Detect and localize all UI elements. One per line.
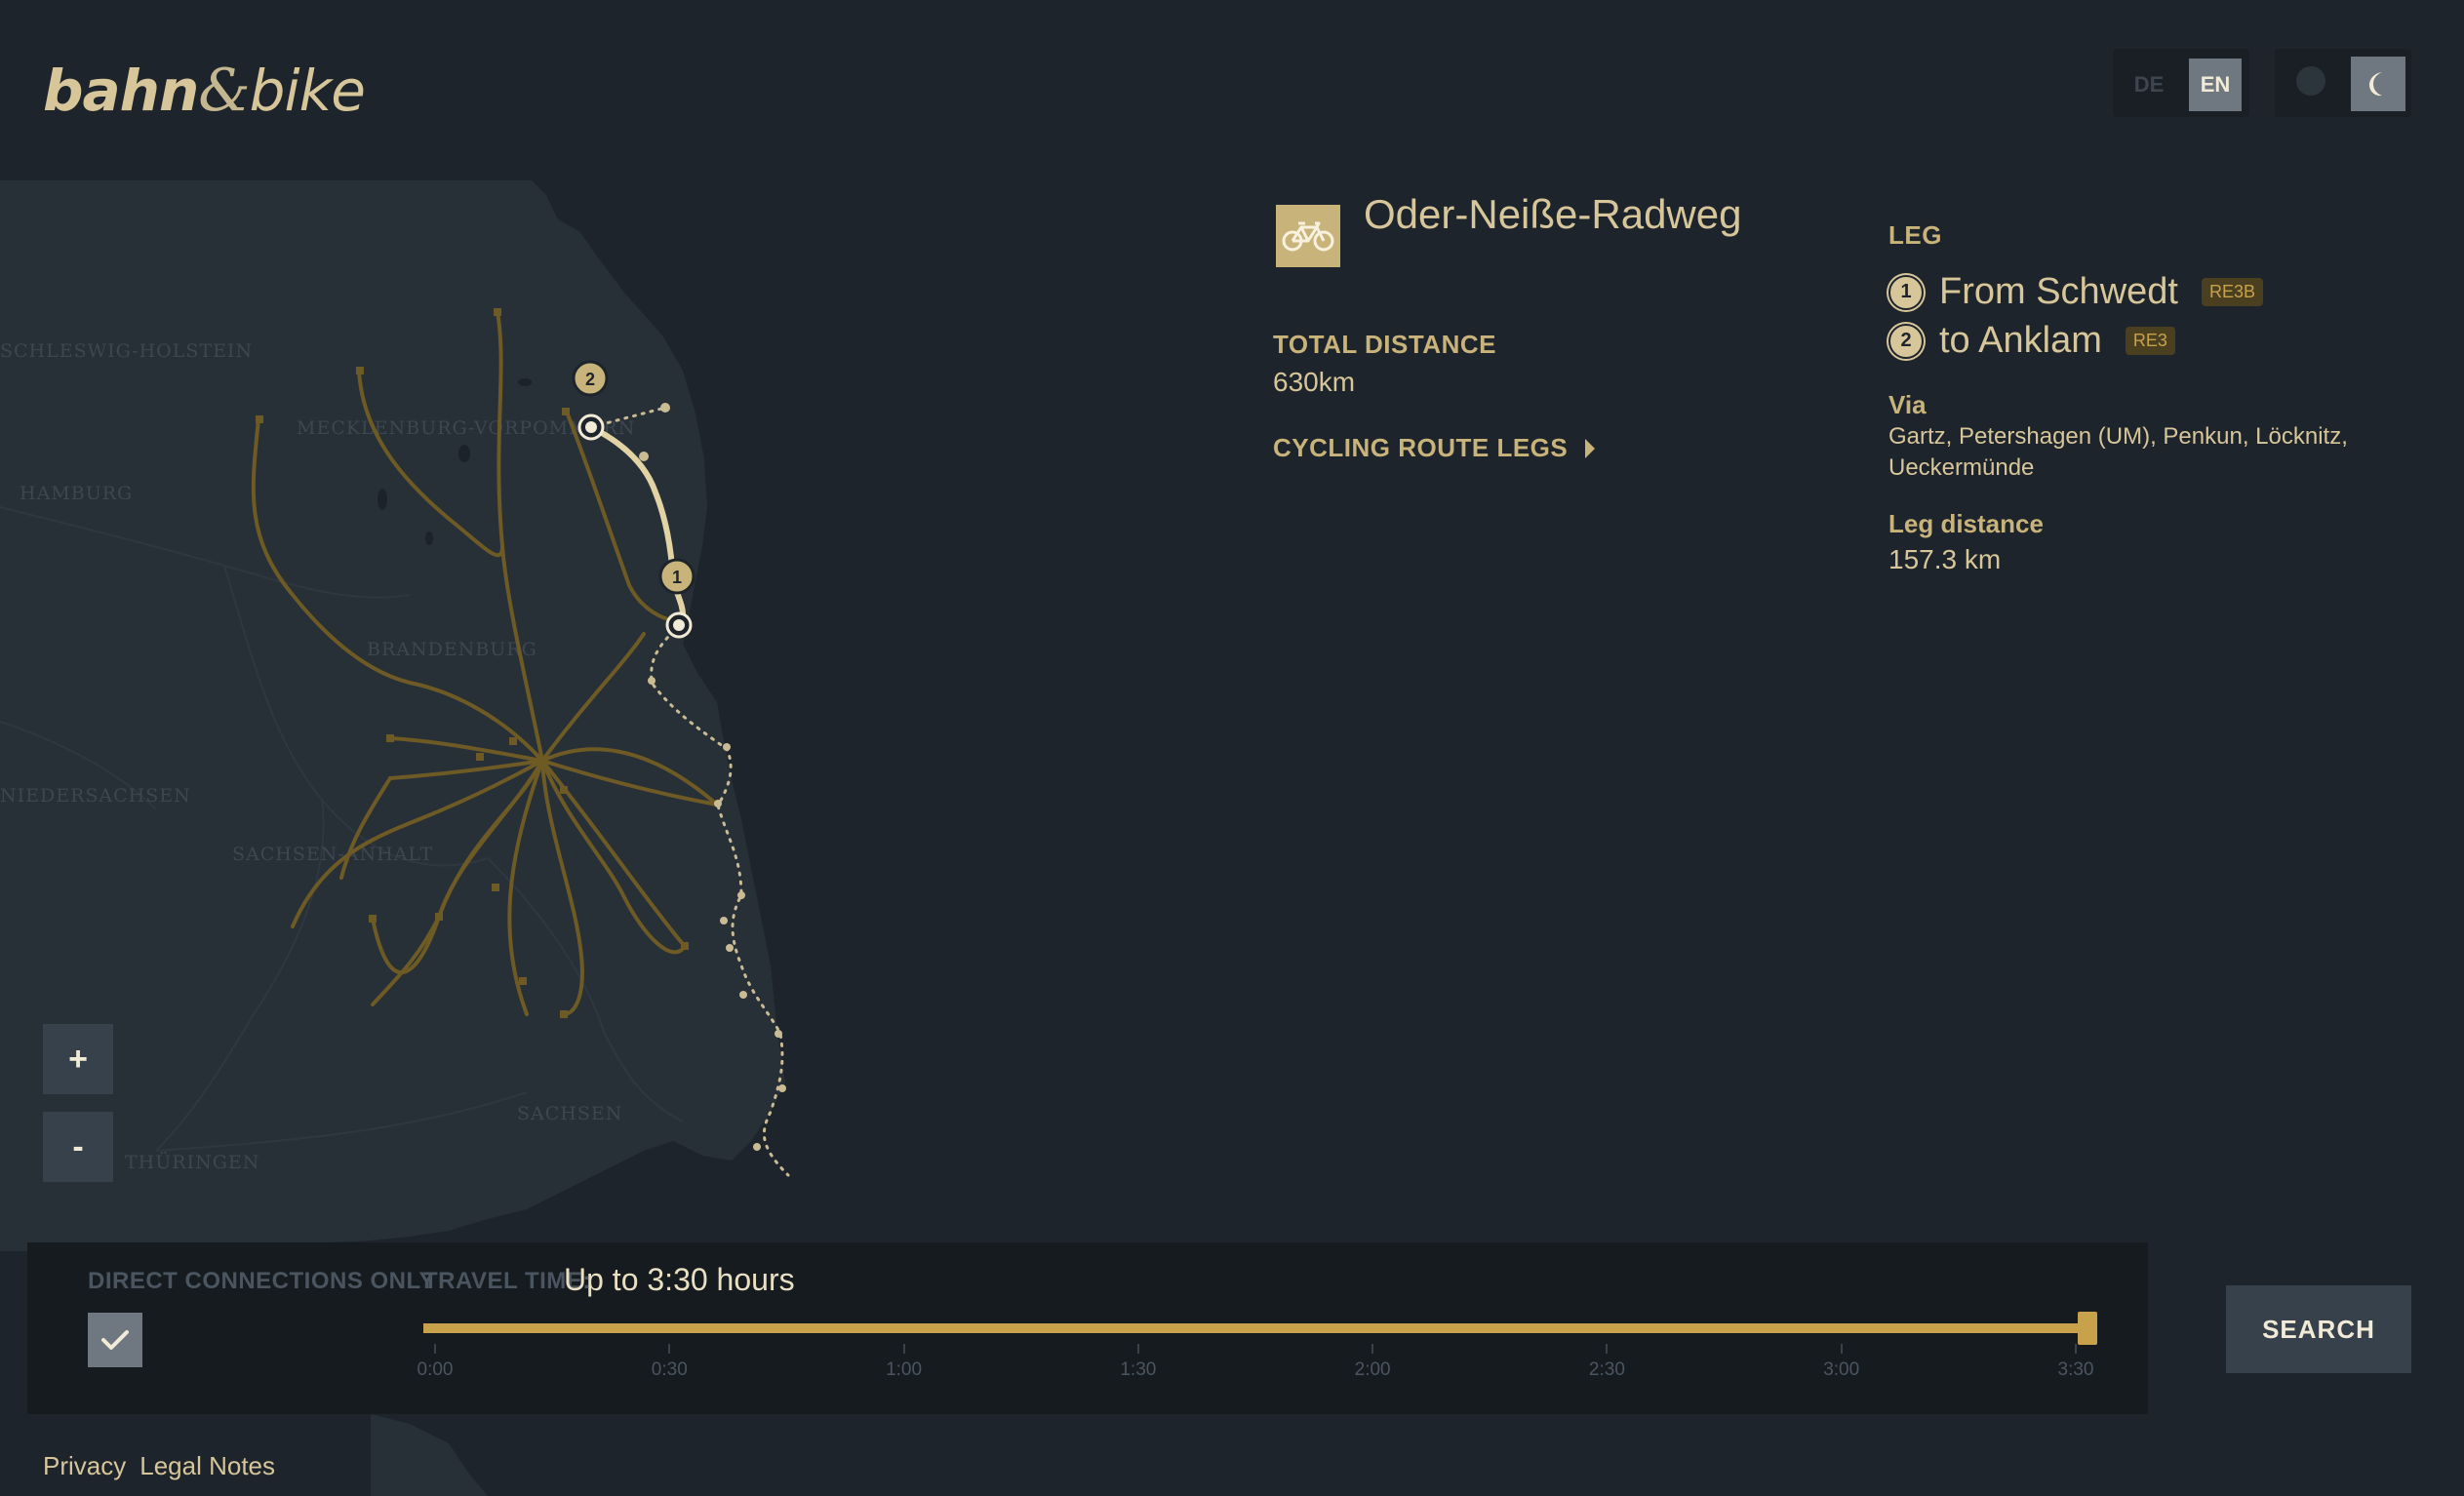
legal-notes-link[interactable]: Legal Notes bbox=[139, 1451, 275, 1481]
theme-toggle bbox=[2275, 49, 2411, 117]
svg-text:1: 1 bbox=[672, 568, 682, 587]
slider-tick-label: 3:00 bbox=[1823, 1359, 1860, 1380]
leg-from-text: From Schwedt bbox=[1939, 271, 2178, 312]
footer: Privacy Legal Notes bbox=[43, 1451, 275, 1481]
slider-fill bbox=[423, 1323, 2087, 1333]
search-button[interactable]: SEARCH bbox=[2226, 1285, 2411, 1373]
region-label-sachsen-anhalt: SACHSEN-ANHALT bbox=[232, 844, 433, 865]
light-theme-button[interactable] bbox=[2296, 66, 2325, 96]
leg-to-row: 2 to Anklam RE3 bbox=[1888, 320, 2175, 362]
lang-de-button[interactable]: DE bbox=[2123, 59, 2175, 111]
slider-tick-label: 3:30 bbox=[2057, 1359, 2094, 1380]
caret-right-icon bbox=[1585, 438, 1596, 458]
leg-to-text: to Anklam bbox=[1939, 320, 2102, 361]
logo-ampersand: & bbox=[198, 57, 250, 125]
route-stop bbox=[639, 452, 649, 461]
cycling-route-legs-label: CYCLING ROUTE LEGS bbox=[1273, 433, 1569, 462]
slider-tick-label: 2:30 bbox=[1588, 1359, 1625, 1380]
language-toggle: DE EN bbox=[2113, 49, 2249, 117]
leg-label: LEG bbox=[1888, 220, 1942, 250]
region-label-sachsen: SACHSEN bbox=[517, 1103, 622, 1124]
slider-tick-mark bbox=[1136, 1344, 1139, 1354]
slider-tick-label: 1:00 bbox=[886, 1359, 923, 1380]
slider-tick-mark bbox=[2075, 1344, 2077, 1354]
leg-to-marker: 2 bbox=[1888, 323, 1924, 359]
direct-connections-checkbox[interactable] bbox=[88, 1313, 142, 1367]
map-marker-2[interactable]: 2 bbox=[572, 360, 609, 397]
via-label: Via bbox=[1888, 390, 1927, 419]
direct-connections-label: DIRECT CONNECTIONS ONLY bbox=[88, 1268, 435, 1294]
svg-text:2: 2 bbox=[585, 370, 595, 389]
map-marker-1[interactable]: 1 bbox=[658, 558, 695, 595]
zoom-in-button[interactable]: + bbox=[43, 1024, 113, 1094]
region-label-schleswig-holstein: SCHLESWIG-HOLSTEIN bbox=[0, 340, 253, 362]
cycling-route-legs-link[interactable]: CYCLING ROUTE LEGS bbox=[1273, 433, 1597, 463]
via-value: Gartz, Petershagen (UM), Penkun, Löcknit… bbox=[1888, 423, 2348, 481]
slider-tick-mark bbox=[1840, 1344, 1843, 1354]
slider-tick-mark bbox=[668, 1344, 671, 1354]
leg-from-marker: 1 bbox=[1888, 274, 1924, 310]
slider-handle[interactable] bbox=[2078, 1312, 2097, 1345]
total-distance-label: TOTAL DISTANCE bbox=[1273, 330, 1496, 359]
slider-tick-mark bbox=[1606, 1344, 1609, 1354]
region-label-thueringen: THÜRINGEN bbox=[125, 1151, 259, 1173]
landmass-south bbox=[371, 1414, 488, 1496]
logo-bahn: bahn bbox=[43, 58, 199, 124]
slider-tick-mark bbox=[1371, 1344, 1374, 1354]
region-label-brandenburg: BRANDENBURG bbox=[367, 639, 537, 660]
slider-tick-label: 0:00 bbox=[417, 1359, 454, 1380]
slider-tick-label: 0:30 bbox=[651, 1359, 688, 1380]
region-label-hamburg: HAMBURG bbox=[20, 483, 133, 504]
bicycle-icon bbox=[1276, 205, 1340, 267]
lang-en-button[interactable]: EN bbox=[2189, 59, 2242, 111]
app-root: SCHLESWIG-HOLSTEIN MECKLENBURG-VORPOMMER… bbox=[0, 0, 2464, 1496]
leg-from-row: 1 From Schwedt RE3B bbox=[1888, 271, 2263, 313]
total-distance-value: 630km bbox=[1273, 367, 1356, 397]
app-logo[interactable]: bahn&bike bbox=[43, 57, 366, 125]
leg-from-train-badge: RE3B bbox=[2201, 278, 2263, 306]
slider-tick-label: 2:00 bbox=[1354, 1359, 1391, 1380]
travel-time-slider[interactable] bbox=[423, 1312, 2097, 1345]
leg-distance-value: 157.3 km bbox=[1888, 544, 2002, 574]
leg-to-train-badge: RE3 bbox=[2125, 327, 2175, 355]
moon-icon bbox=[2369, 72, 2382, 97]
slider-tick-mark bbox=[902, 1344, 905, 1354]
zoom-out-button[interactable]: - bbox=[43, 1112, 113, 1182]
route-title: Oder-Neiße-Radweg bbox=[1364, 191, 1742, 237]
dark-theme-button[interactable] bbox=[2351, 57, 2405, 111]
logo-bike: bike bbox=[249, 58, 366, 124]
slider-tick-mark bbox=[434, 1344, 436, 1354]
privacy-link[interactable]: Privacy bbox=[43, 1451, 126, 1481]
travel-time-value: Up to 3:30 hours bbox=[564, 1262, 795, 1297]
leg-distance-label: Leg distance bbox=[1888, 509, 2044, 538]
check-icon bbox=[101, 1330, 129, 1350]
filter-bar: DIRECT CONNECTIONS ONLY TRAVEL TIME: Up … bbox=[27, 1242, 2148, 1414]
region-label-niedersachsen: NIEDERSACHSEN bbox=[0, 785, 191, 807]
route-stop bbox=[660, 403, 670, 413]
slider-tick-label: 1:30 bbox=[1120, 1359, 1157, 1380]
